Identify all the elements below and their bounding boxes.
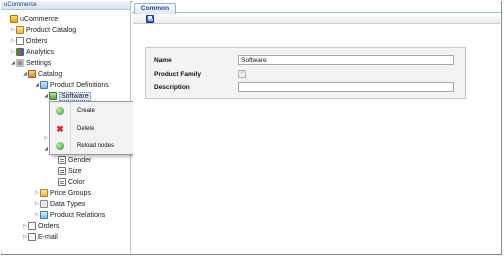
tree-node-orders-settings[interactable]: ▷ Orders bbox=[22, 221, 59, 231]
software-icon bbox=[49, 92, 57, 100]
field-icon bbox=[58, 178, 66, 186]
tree-node-product-definitions[interactable]: ◢ Product Definitions bbox=[34, 80, 109, 90]
tree-header: uCommerce bbox=[1, 1, 130, 10]
definitions-icon bbox=[40, 81, 48, 89]
tree-node-label: Orders bbox=[26, 37, 48, 45]
tree-node-software[interactable]: ◢ Software bbox=[43, 91, 91, 101]
delete-icon: ✖ bbox=[56, 123, 64, 134]
tree-node-label: Product Definitions bbox=[50, 81, 109, 89]
tree-node-email[interactable]: ▷ E-mail bbox=[22, 232, 58, 242]
relations-icon bbox=[40, 211, 48, 219]
folder-icon bbox=[16, 26, 24, 34]
tab-strip: Common bbox=[132, 1, 501, 14]
field-icon bbox=[58, 156, 66, 164]
tree-node-label: Software bbox=[59, 91, 91, 101]
tree-node-size[interactable]: Size bbox=[58, 166, 82, 176]
name-input[interactable] bbox=[238, 55, 454, 65]
tree-node-label: Price Groups bbox=[50, 189, 91, 197]
menu-item-label: Reload nodes bbox=[77, 142, 115, 149]
tree-node-label: Color bbox=[68, 178, 85, 186]
create-icon bbox=[56, 106, 64, 115]
tree-node-label: Analytics bbox=[26, 48, 55, 56]
product-family-checkbox[interactable] bbox=[238, 69, 246, 78]
product-family-row: Product Family bbox=[154, 68, 246, 80]
tab-common[interactable]: Common bbox=[134, 3, 176, 14]
tree-node-analytics[interactable]: ▷ Analytics bbox=[10, 47, 54, 57]
tree-node-label: Settings bbox=[26, 59, 52, 67]
product-family-label: Product Family bbox=[154, 70, 201, 78]
chart-icon bbox=[16, 48, 24, 56]
tree-node-data-types[interactable]: ▷ Data Types bbox=[34, 199, 85, 209]
name-row: Name bbox=[154, 54, 454, 66]
save-icon[interactable] bbox=[146, 15, 154, 23]
menu-item-label: Create bbox=[77, 107, 96, 114]
orders-icon bbox=[16, 37, 24, 45]
name-label: Name bbox=[154, 56, 172, 64]
home-icon bbox=[10, 15, 18, 23]
description-label: Description bbox=[154, 83, 190, 91]
orders-icon bbox=[28, 222, 36, 230]
tree-node-label: Size bbox=[68, 167, 82, 175]
tree-node-label: Gender bbox=[68, 156, 92, 164]
tree-node-product-relations[interactable]: ▷ Product Relations bbox=[34, 210, 105, 220]
tree-node-label: uCommerce bbox=[20, 15, 59, 23]
description-row: Description bbox=[154, 81, 454, 93]
tree-node-orders[interactable]: ▷ Orders bbox=[10, 36, 47, 46]
tree-node-label: Orders bbox=[38, 222, 60, 230]
tree-node-label: Product Catalog bbox=[26, 26, 77, 34]
tree-node-color[interactable]: Color bbox=[58, 177, 85, 187]
tree-node-settings[interactable]: ◢ Settings bbox=[10, 58, 51, 68]
tree-node-label: Data Types bbox=[50, 200, 86, 208]
catalog-icon bbox=[28, 70, 36, 78]
tree-node-price-groups[interactable]: ▷ Price Groups bbox=[34, 188, 91, 198]
tree-node-label: E-mail bbox=[38, 233, 58, 241]
tree-node-catalog[interactable]: ◢ Catalog bbox=[22, 69, 62, 79]
tree-node-product-catalog[interactable]: ▷ Product Catalog bbox=[10, 25, 76, 35]
description-input[interactable] bbox=[238, 82, 454, 92]
data-types-icon bbox=[40, 200, 48, 208]
product-definition-form: Name Product Family Description bbox=[145, 47, 466, 99]
price-groups-icon bbox=[40, 189, 48, 197]
tree-node-label: Product Relations bbox=[50, 211, 106, 219]
field-icon bbox=[58, 167, 66, 175]
email-icon bbox=[28, 233, 36, 241]
tree-node-ucommerce[interactable]: uCommerce bbox=[4, 14, 58, 24]
menu-item-label: Delete bbox=[77, 125, 95, 132]
gear-icon bbox=[16, 59, 24, 67]
tree-node-gender[interactable]: Gender bbox=[58, 155, 91, 165]
reload-icon bbox=[56, 141, 64, 150]
tree-node-label: Catalog bbox=[38, 70, 63, 78]
toolbar bbox=[133, 14, 500, 24]
